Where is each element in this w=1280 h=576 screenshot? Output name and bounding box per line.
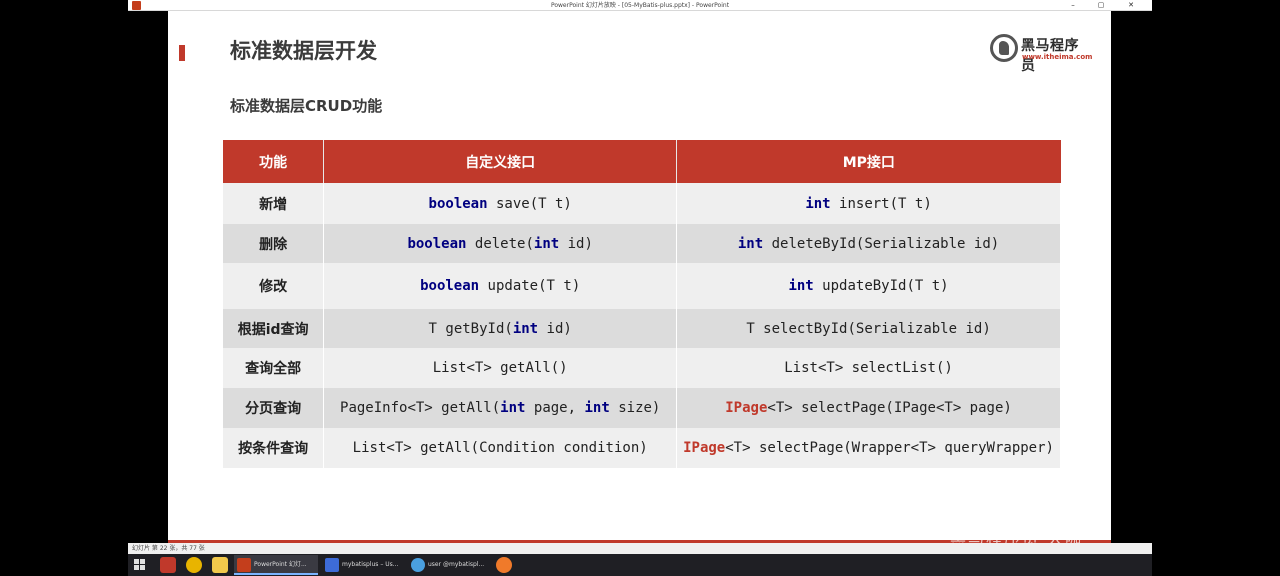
code-text: List<T> getAll(Condition condition): [352, 440, 648, 456]
code-text: delete(: [466, 235, 534, 252]
powerpoint-icon: [237, 558, 251, 572]
code-type: IPage: [725, 400, 768, 416]
file-explorer-icon[interactable]: [212, 557, 228, 573]
cell-mp: int updateById(T t): [676, 263, 1061, 309]
cell-custom: List<T> getAll(): [323, 348, 678, 388]
cell-custom: List<T> getAll(Condition condition): [323, 428, 678, 468]
title-accent-bar: [179, 45, 185, 61]
code-text: id): [559, 235, 593, 252]
taskbar-app-navicat[interactable]: user @mybatispl...: [408, 555, 492, 575]
code-keyword: int: [500, 400, 526, 416]
table-row: 修改 boolean update(T t) int updateById(T …: [223, 263, 1061, 309]
taskbar-app-label: PowerPoint 幻灯...: [254, 561, 307, 568]
table-row: 删除 boolean delete(int id) int deleteById…: [223, 224, 1061, 263]
window-title: PowerPoint 幻灯片放映 - [05-MyBatis-plus.pptx…: [550, 2, 730, 9]
minimize-button[interactable]: –: [1060, 0, 1086, 11]
powerpoint-statusbar: 幻灯片 第 22 张，共 77 张: [128, 543, 1152, 554]
cell-mp: List<T> selectList(): [676, 348, 1061, 388]
maximize-button[interactable]: ▢: [1088, 0, 1114, 11]
horse-logo-icon: [990, 34, 1018, 62]
cell-custom: boolean delete(int id): [323, 224, 678, 263]
header-function: 功能: [223, 140, 325, 183]
code-text: deleteById(Serializable id): [763, 235, 1000, 252]
crud-comparison-table: 功能 自定义接口 MP接口 新增 boolean save(T t) int i…: [223, 140, 1061, 468]
screen: PowerPoint 幻灯片放映 - [05-MyBatis-plus.pptx…: [0, 0, 1280, 576]
code-text: insert(T t): [830, 195, 932, 212]
cell-function: 查询全部: [223, 348, 325, 388]
header-custom-interface: 自定义接口: [323, 140, 678, 183]
code-text: <T> selectPage(IPage<T> page): [767, 400, 1012, 416]
code-text: size): [609, 400, 661, 416]
code-text: List<T> getAll(): [432, 360, 568, 376]
table-row: 分页查询 PageInfo<T> getAll(int page, int si…: [223, 388, 1061, 428]
code-text: PageInfo<T> getAll(: [340, 400, 501, 416]
code-keyword: int: [805, 195, 831, 212]
table-row: 按条件查询 List<T> getAll(Condition condition…: [223, 428, 1061, 468]
taskbar-app-powerpoint[interactable]: PowerPoint 幻灯...: [234, 555, 318, 575]
taskbar-app-label: mybatisplus – Us...: [342, 561, 399, 568]
code-keyword: boolean: [407, 235, 467, 252]
taskbar-app-intellij[interactable]: mybatisplus – Us...: [322, 555, 406, 575]
windows-start-icon[interactable]: [134, 559, 146, 571]
table-row: 新增 boolean save(T t) int insert(T t): [223, 183, 1061, 224]
cell-function: 修改: [223, 263, 325, 309]
windows-taskbar: PowerPoint 幻灯... mybatisplus – Us... use…: [128, 554, 1152, 576]
table-row: 根据id查询 T getById(int id) T selectById(Se…: [223, 309, 1061, 348]
cell-function: 分页查询: [223, 388, 325, 428]
cell-function: 新增: [223, 183, 325, 224]
cell-mp: IPage<T> selectPage(IPage<T> page): [676, 388, 1061, 428]
slide[interactable]: 标准数据层开发 黑马程序员 www.itheima.com 标准数据层CRUD功…: [168, 11, 1111, 543]
navicat-icon: [411, 558, 425, 572]
code-keyword: boolean: [420, 278, 480, 294]
slide-counter: 幻灯片 第 22 张，共 77 张: [132, 545, 205, 552]
code-text: List<T> selectList(): [784, 360, 953, 376]
code-type: IPage: [683, 440, 726, 456]
slide-subtitle: 标准数据层CRUD功能: [230, 97, 383, 115]
code-text: page,: [525, 400, 585, 416]
cell-function: 根据id查询: [223, 309, 325, 348]
cell-function: 删除: [223, 224, 325, 263]
intellij-icon: [325, 558, 339, 572]
code-text: <T> selectPage(Wrapper<T> queryWrapper): [725, 440, 1054, 456]
close-button[interactable]: ✕: [1118, 0, 1144, 11]
chrome-icon[interactable]: [186, 557, 202, 573]
code-text: updateById(T t): [813, 278, 949, 294]
cell-custom: boolean save(T t): [323, 183, 678, 224]
code-text: T getById(: [428, 320, 513, 337]
code-text: T selectById(Serializable id): [746, 320, 991, 337]
cell-custom: T getById(int id): [323, 309, 678, 348]
cell-custom: boolean update(T t): [323, 263, 678, 309]
cell-function: 按条件查询: [223, 428, 325, 468]
header-mp-interface: MP接口: [676, 140, 1061, 183]
itheima-logo: 黑马程序员 www.itheima.com: [990, 34, 1093, 74]
cell-mp: T selectById(Serializable id): [676, 309, 1061, 348]
code-keyword: int: [737, 235, 764, 252]
code-keyword: int: [584, 400, 610, 416]
table-header-row: 功能 自定义接口 MP接口: [223, 140, 1061, 183]
code-keyword: int: [533, 235, 560, 252]
code-text: update(T t): [479, 278, 581, 294]
code-keyword: int: [788, 278, 814, 294]
cell-mp: int deleteById(Serializable id): [676, 224, 1061, 263]
window-titlebar: PowerPoint 幻灯片放映 - [05-MyBatis-plus.pptx…: [128, 0, 1152, 11]
code-keyword: int: [512, 320, 539, 337]
cell-mp: int insert(T t): [676, 183, 1061, 224]
logo-url-text: www.itheima.com: [1022, 53, 1093, 61]
taskbar-app-label: user @mybatispl...: [428, 561, 485, 568]
code-keyword: boolean: [428, 195, 488, 212]
cell-custom: PageInfo<T> getAll(int page, int size): [323, 388, 678, 428]
code-text: id): [538, 320, 572, 337]
code-text: save(T t): [487, 195, 572, 212]
slide-title: 标准数据层开发: [230, 39, 377, 63]
table-row: 查询全部 List<T> getAll() List<T> selectList…: [223, 348, 1061, 388]
app-launcher-icon[interactable]: [160, 557, 176, 573]
cell-mp: IPage<T> selectPage(Wrapper<T> queryWrap…: [676, 428, 1061, 468]
recorder-icon[interactable]: [496, 557, 512, 573]
